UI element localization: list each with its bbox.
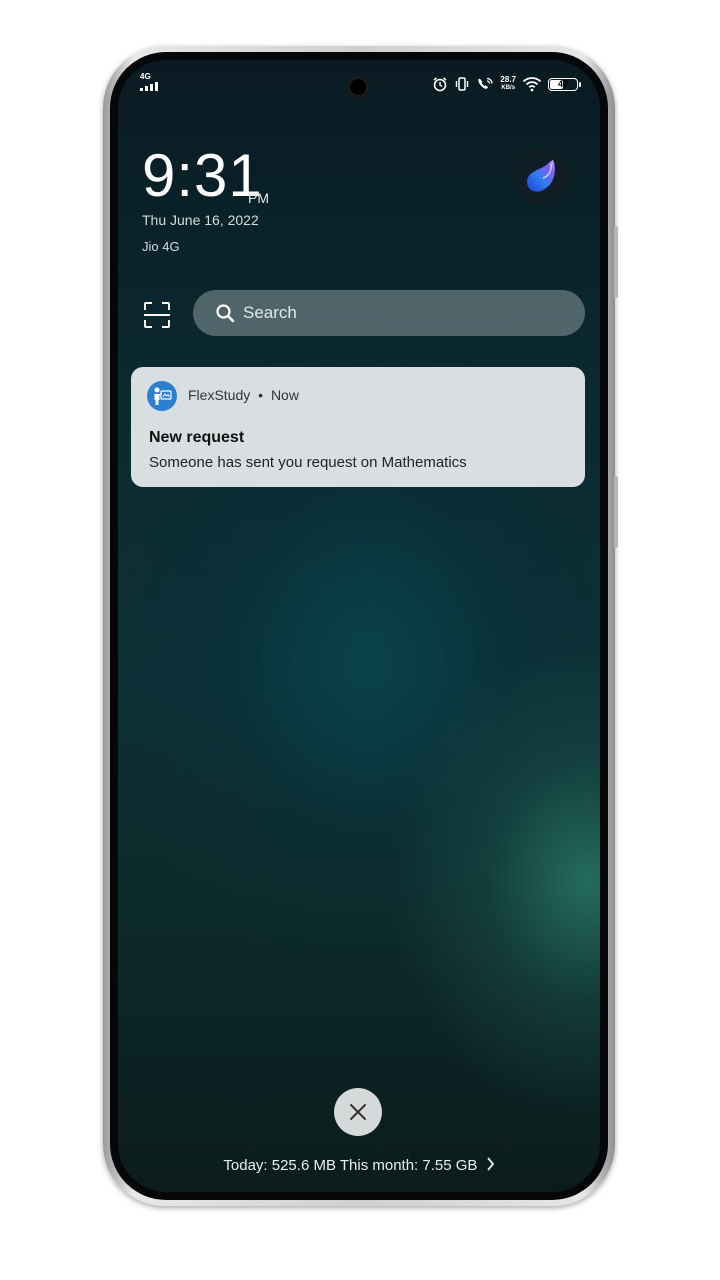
data-usage-link[interactable]: Today: 525.6 MB This month: 7.55 GB — [118, 1157, 600, 1174]
assistant-icon — [527, 160, 555, 192]
notification-header: FlexStudy • Now — [188, 387, 299, 403]
clear-notifications-button[interactable] — [334, 1088, 382, 1136]
clock-ampm: PM — [248, 190, 269, 206]
search-bar[interactable]: Search — [193, 290, 585, 336]
flexstudy-app-icon — [147, 381, 177, 411]
speed-value: 28.7 — [500, 75, 516, 84]
chevron-right-icon — [486, 1157, 494, 1171]
wifi-icon — [522, 77, 542, 92]
notification-body: Someone has sent you request on Mathemat… — [149, 454, 467, 471]
battery-icon: 47 — [548, 77, 581, 91]
status-icons: 28.7 KB/s 47 — [432, 73, 581, 95]
battery-level: 47 — [557, 78, 568, 89]
teacher-icon — [154, 387, 172, 405]
assistant-button[interactable] — [513, 148, 569, 204]
notification-card[interactable]: FlexStudy • Now New request Someone has … — [131, 367, 585, 487]
power-button — [614, 476, 618, 548]
vibrate-icon — [456, 77, 469, 91]
lock-screen: 4G 28.7 KB/s 47 9:31 PM Thu June 16, 202… — [118, 60, 600, 1192]
notification-title: New request — [149, 429, 245, 446]
data-usage-text: Today: 525.6 MB This month: 7.55 GB — [223, 1157, 478, 1174]
scan-icon[interactable] — [142, 300, 172, 330]
clock-time: 9:31 — [142, 142, 263, 209]
speed-unit: KB/s — [501, 85, 516, 91]
carrier-label: Jio 4G — [142, 239, 180, 254]
volume-button — [614, 226, 618, 298]
close-icon — [350, 1104, 366, 1120]
front-camera — [347, 76, 369, 98]
signal-icon — [140, 82, 158, 91]
clock-date: Thu June 16, 2022 — [142, 212, 259, 228]
network-speed: 28.7 KB/s — [500, 76, 516, 92]
notification-app-name: FlexStudy — [188, 387, 251, 403]
network-type: 4G — [140, 72, 151, 81]
alarm-icon — [433, 77, 447, 92]
search-placeholder: Search — [243, 303, 297, 322]
search-icon — [216, 304, 235, 323]
notification-time: Now — [270, 387, 299, 403]
notification-separator: • — [258, 387, 264, 403]
wifi-calling-icon — [478, 77, 494, 89]
